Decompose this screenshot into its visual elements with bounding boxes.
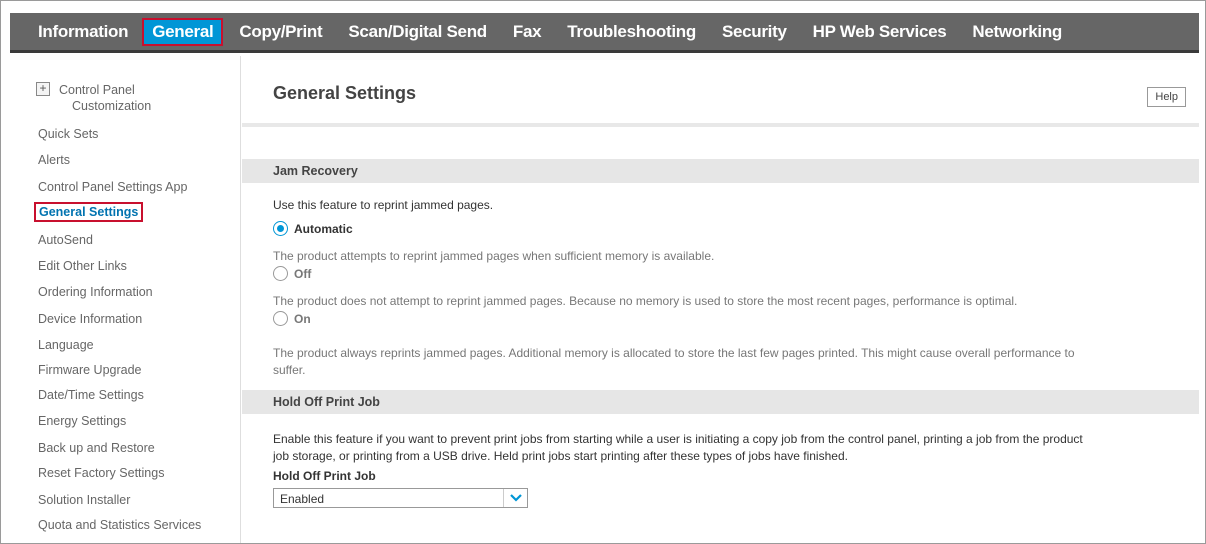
section-title: Hold Off Print Job [273, 395, 380, 409]
hold-off-print-job-select[interactable]: Enabled [273, 488, 528, 508]
top-navigation: Information General Copy/Print Scan/Digi… [10, 13, 1199, 53]
jam-recovery-intro: Use this feature to reprint jammed pages… [273, 198, 494, 212]
sidebar-item-label: Control Panel [59, 83, 135, 97]
sidebar-item-firmware-upgrade[interactable]: Firmware Upgrade [38, 363, 142, 377]
sidebar-item-reset-factory-settings[interactable]: Reset Factory Settings [38, 466, 164, 480]
nav-tab-fax[interactable]: Fax [513, 22, 542, 42]
nav-tab-general[interactable]: General [142, 17, 224, 46]
sidebar-item-general-settings[interactable]: General Settings [34, 202, 144, 222]
plus-box-icon[interactable]: + [36, 82, 50, 96]
page-title: General Settings [273, 83, 417, 103]
sidebar-item-quota-and-statistics-services[interactable]: Quota and Statistics Services [38, 518, 201, 532]
nav-tab-networking[interactable]: Networking [972, 22, 1062, 42]
sidebar: + Control Panel Customization Quick Sets… [10, 56, 241, 543]
sidebar-item-autosend[interactable]: AutoSend [38, 233, 93, 247]
sidebar-item-alerts[interactable]: Alerts [38, 153, 70, 167]
automatic-description: The product attempts to reprint jammed p… [273, 249, 715, 263]
sidebar-item-device-information[interactable]: Device Information [38, 312, 142, 326]
chevron-down-icon[interactable] [503, 489, 527, 507]
nav-tab-troubleshooting[interactable]: Troubleshooting [567, 22, 696, 42]
sidebar-item-solution-installer[interactable]: Solution Installer [38, 493, 130, 507]
radio-automatic-label[interactable]: Automatic [294, 222, 353, 236]
nav-tab-information[interactable]: Information [38, 22, 129, 42]
help-button[interactable]: Help [1147, 87, 1186, 107]
on-description-line1: The product always reprints jammed pages… [273, 346, 1075, 360]
sidebar-item-label: Customization [72, 99, 152, 113]
sidebar-item-language[interactable]: Language [38, 338, 94, 352]
sidebar-item-back-up-and-restore[interactable]: Back up and Restore [38, 441, 155, 455]
nav-tab-hp-web-services[interactable]: HP Web Services [813, 22, 947, 42]
sidebar-item-edit-other-links[interactable]: Edit Other Links [38, 259, 127, 273]
divider [242, 123, 1199, 127]
off-description: The product does not attempt to reprint … [273, 294, 1018, 308]
sidebar-item-control-panel-settings-app[interactable]: Control Panel Settings App [38, 180, 187, 194]
nav-tab-copy-print[interactable]: Copy/Print [239, 22, 322, 42]
section-header-jam-recovery: Jam Recovery [242, 159, 1199, 183]
radio-off[interactable] [273, 266, 288, 281]
section-header-hold-off-print-job: Hold Off Print Job [242, 390, 1199, 414]
sidebar-item-control-panel-customization[interactable]: Control Panel Customization [59, 82, 151, 114]
nav-tab-scan-digital-send[interactable]: Scan/Digital Send [348, 22, 487, 42]
sidebar-item-quick-sets[interactable]: Quick Sets [38, 127, 98, 141]
nav-tab-security[interactable]: Security [722, 22, 787, 42]
radio-on-label[interactable]: On [294, 312, 311, 326]
sidebar-item-ordering-information[interactable]: Ordering Information [38, 285, 153, 299]
browser-frame: Information General Copy/Print Scan/Digi… [0, 0, 1206, 544]
sidebar-item-date-time-settings[interactable]: Date/Time Settings [38, 388, 144, 402]
main-content: General Settings Help Jam Recovery Use t… [242, 56, 1199, 543]
radio-on[interactable] [273, 311, 288, 326]
hold-off-description-line1: Enable this feature if you want to preve… [273, 432, 1083, 446]
hold-off-field-label: Hold Off Print Job [273, 469, 376, 483]
select-value: Enabled [280, 492, 325, 506]
radio-automatic[interactable] [273, 221, 288, 236]
sidebar-item-energy-settings[interactable]: Energy Settings [38, 414, 126, 428]
section-title: Jam Recovery [273, 164, 358, 178]
on-description-line2: suffer. [273, 363, 306, 377]
hold-off-description-line2: job storage, or printing from a USB driv… [273, 449, 848, 463]
radio-off-label[interactable]: Off [294, 267, 311, 281]
